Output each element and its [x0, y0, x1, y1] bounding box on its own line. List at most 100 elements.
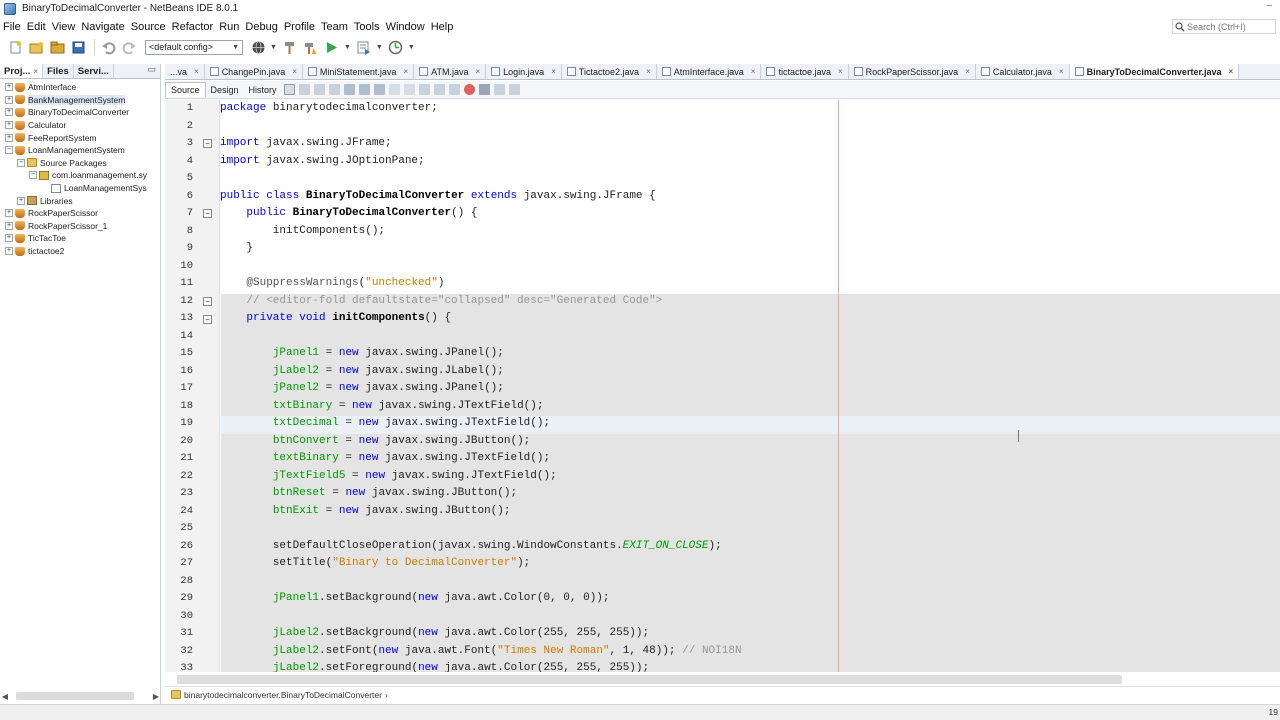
- tree-item[interactable]: + RockPaperScissor_1: [0, 220, 160, 233]
- code-text[interactable]: // <editor-fold defaultstate="collapsed"…: [220, 293, 662, 311]
- find-selection-icon[interactable]: [373, 84, 385, 95]
- menu-navigate[interactable]: Navigate: [78, 21, 127, 33]
- tree-item[interactable]: + AtmInterface: [0, 81, 160, 94]
- code-line[interactable]: 25: [165, 520, 1280, 538]
- close-icon[interactable]: ×: [751, 67, 756, 76]
- file-tab[interactable]: Login.java ×: [486, 64, 562, 79]
- code-line[interactable]: 8 initComponents();: [165, 223, 1280, 241]
- code-text[interactable]: @SuppressWarnings("unchecked"): [220, 275, 444, 293]
- tab-design[interactable]: Design: [206, 83, 244, 97]
- code-line[interactable]: 24 btnExit = new javax.swing.JButton();: [165, 503, 1280, 521]
- last-edit-icon[interactable]: [298, 84, 310, 95]
- chevron-down-icon[interactable]: ▼: [270, 44, 277, 51]
- code-line[interactable]: 6 public class BinaryToDecimalConverter e…: [165, 188, 1280, 206]
- code-line[interactable]: 15 jPanel1 = new javax.swing.JPanel();: [165, 345, 1280, 363]
- find-previous-icon[interactable]: [343, 84, 355, 95]
- find-next-icon[interactable]: [358, 84, 370, 95]
- close-icon[interactable]: ×: [403, 67, 408, 76]
- code-line[interactable]: 13 private void initComponents() {: [165, 310, 1280, 328]
- forward-icon[interactable]: [313, 84, 325, 95]
- menu-team[interactable]: Team: [318, 21, 351, 33]
- undo-button[interactable]: [99, 38, 117, 56]
- tree-item[interactable]: + TicTacToe: [0, 232, 160, 245]
- code-text[interactable]: jLabel2.setFont(new java.awt.Font("Times…: [220, 643, 742, 661]
- quick-search-box[interactable]: [1172, 19, 1276, 34]
- code-line[interactable]: 32 jLabel2.setFont(new java.awt.Font("Ti…: [165, 643, 1280, 661]
- close-icon[interactable]: ×: [838, 67, 843, 76]
- expand-icon[interactable]: [41, 184, 49, 192]
- code-text[interactable]: import javax.swing.JFrame;: [220, 135, 392, 153]
- scrollbar-thumb[interactable]: [16, 692, 134, 700]
- collapse-icon[interactable]: −: [29, 171, 37, 180]
- code-line[interactable]: 3 import javax.swing.JFrame;: [165, 135, 1280, 153]
- tree-item[interactable]: LoanManagementSys: [0, 182, 160, 195]
- code-text[interactable]: btnExit = new javax.swing.JButton();: [220, 503, 511, 521]
- tree-item[interactable]: − Source Packages: [0, 157, 160, 170]
- chevron-down-icon[interactable]: ▼: [344, 44, 351, 51]
- minimize-button[interactable]: –: [1266, 0, 1272, 11]
- code-text[interactable]: package binarytodecimalconverter;: [220, 100, 438, 118]
- tree-item[interactable]: + Calculator: [0, 119, 160, 132]
- code-text[interactable]: public class BinaryToDecimalConverter ex…: [220, 188, 656, 206]
- code-line[interactable]: 17 jPanel2 = new javax.swing.JPanel();: [165, 380, 1280, 398]
- code-line[interactable]: 31 jLabel2.setBackground(new java.awt.Co…: [165, 625, 1280, 643]
- expand-icon[interactable]: +: [5, 234, 13, 243]
- toggle-highlight-icon[interactable]: [388, 84, 400, 95]
- navigation-breadcrumb[interactable]: binarytodecimalconverter.BinaryToDecimal…: [165, 686, 1280, 702]
- code-line[interactable]: 19 txtDecimal = new javax.swing.JTextFie…: [165, 415, 1280, 433]
- code-line[interactable]: 10: [165, 258, 1280, 276]
- tab-projects[interactable]: Proj... ×: [0, 64, 44, 78]
- clean-build-button[interactable]: [302, 38, 320, 56]
- open-project-button[interactable]: [48, 38, 66, 56]
- code-editor[interactable]: − − − − 1 package binarytodecimalconverte…: [165, 100, 1280, 672]
- menu-refactor[interactable]: Refactor: [169, 21, 217, 33]
- left-panel-scrollbar[interactable]: ◀ ▶: [0, 690, 161, 702]
- file-tab[interactable]: Tictactoe2.java ×: [562, 64, 657, 79]
- code-text[interactable]: txtDecimal = new javax.swing.JTextField(…: [220, 415, 550, 433]
- code-line[interactable]: 2: [165, 118, 1280, 136]
- code-text[interactable]: jPanel2 = new javax.swing.JPanel();: [220, 380, 504, 398]
- shift-right-icon[interactable]: [508, 84, 520, 95]
- shift-left-icon[interactable]: [493, 84, 505, 95]
- redo-button[interactable]: [120, 38, 138, 56]
- scrollbar-thumb[interactable]: [177, 675, 1122, 684]
- search-input[interactable]: [1187, 21, 1273, 32]
- menu-view[interactable]: View: [49, 21, 79, 33]
- code-text[interactable]: jPanel1.setBackground(new java.awt.Color…: [220, 590, 610, 608]
- expand-icon[interactable]: +: [5, 221, 13, 230]
- breadcrumb-path[interactable]: binarytodecimalconverter.BinaryToDecimal…: [184, 690, 382, 700]
- file-tab[interactable]: AtmInterface.java ×: [657, 64, 762, 79]
- code-text[interactable]: jLabel2 = new javax.swing.JLabel();: [220, 363, 504, 381]
- code-text[interactable]: txtBinary = new javax.swing.JTextField()…: [220, 398, 544, 416]
- stop-macro-icon[interactable]: [478, 84, 490, 95]
- code-text[interactable]: }: [220, 240, 253, 258]
- menu-profile[interactable]: Profile: [281, 21, 318, 33]
- code-text[interactable]: jLabel2.setForeground(new java.awt.Color…: [220, 660, 649, 672]
- code-line[interactable]: 22 jTextField5 = new javax.swing.JTextFi…: [165, 468, 1280, 486]
- code-line[interactable]: 20 btnConvert = new javax.swing.JButton(…: [165, 433, 1280, 451]
- code-line[interactable]: 27 setTitle("Binary to DecimalConverter"…: [165, 555, 1280, 573]
- tree-item[interactable]: + BinaryToDecimalConverter: [0, 106, 160, 119]
- file-tab[interactable]: RockPaperScissor.java ×: [849, 64, 976, 79]
- start-macro-icon[interactable]: [463, 84, 475, 95]
- tree-item[interactable]: + tictactoe2: [0, 245, 160, 258]
- expand-icon[interactable]: +: [5, 95, 13, 104]
- code-line[interactable]: 26 setDefaultCloseOperation(javax.swing.…: [165, 538, 1280, 556]
- code-line[interactable]: 9 }: [165, 240, 1280, 258]
- close-icon[interactable]: ×: [1059, 67, 1064, 76]
- save-all-button[interactable]: [69, 38, 87, 56]
- code-text[interactable]: import javax.swing.JOptionPane;: [220, 153, 425, 171]
- file-tab[interactable]: MiniStatement.java ×: [303, 64, 415, 79]
- tree-item[interactable]: − com.loanmanagement.sy: [0, 169, 160, 182]
- configuration-select[interactable]: <default config> ▼: [145, 39, 243, 55]
- browser-button[interactable]: [249, 38, 267, 56]
- breadcrumb-chevron-icon[interactable]: ›: [385, 690, 388, 700]
- close-icon[interactable]: ×: [194, 67, 199, 76]
- menu-edit[interactable]: Edit: [24, 21, 49, 33]
- close-icon[interactable]: ×: [965, 67, 970, 76]
- code-text[interactable]: jLabel2.setBackground(new java.awt.Color…: [220, 625, 649, 643]
- new-project-button[interactable]: [27, 38, 45, 56]
- profile-button[interactable]: [387, 38, 405, 56]
- code-text[interactable]: public BinaryToDecimalConverter() {: [220, 205, 477, 223]
- close-icon[interactable]: ×: [33, 67, 38, 76]
